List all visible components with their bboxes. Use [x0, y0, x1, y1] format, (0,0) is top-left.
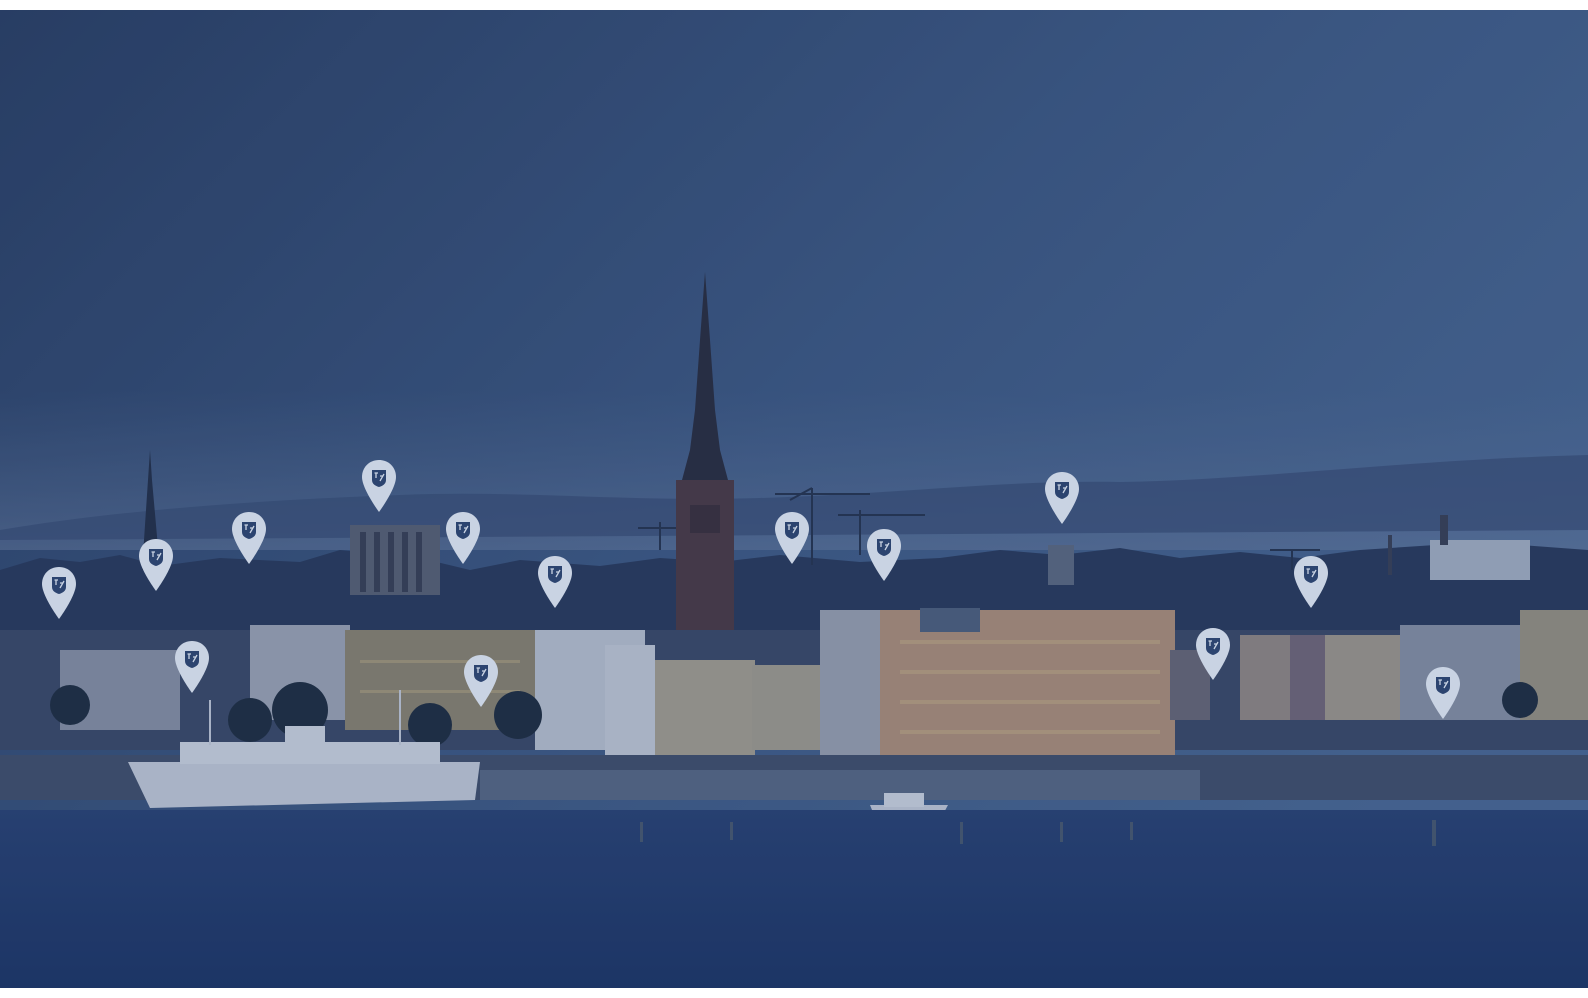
hero-image — [0, 10, 1588, 988]
city-skyline-photo — [0, 10, 1588, 988]
